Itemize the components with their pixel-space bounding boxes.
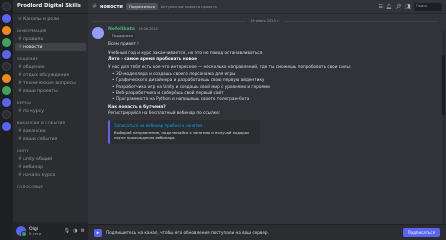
gear-icon[interactable]: ⚙ bbox=[81, 228, 85, 234]
scrollbar-thumb[interactable] bbox=[442, 55, 445, 115]
user-panel: Olgi В сети 🎙︎ ◑ ⚙ bbox=[13, 222, 88, 240]
sidebar-item-channel[interactable]: # правила bbox=[15, 35, 86, 43]
subscribe-button[interactable]: Подписаться bbox=[402, 228, 440, 237]
message: Nefelibata 19.06.2023 Поддержка Всем при… bbox=[92, 26, 438, 144]
channel-sidebar: Prodlord Digital Skills ≡ Каналы и роли … bbox=[13, 0, 88, 240]
sidebar-item-channel[interactable]: # общение bbox=[15, 63, 86, 71]
sidebar-item-channel[interactable]: # новости bbox=[15, 43, 86, 51]
server-name[interactable]: Prodlord Digital Skills bbox=[13, 0, 88, 14]
category-header[interactable]: Вакансии и события bbox=[17, 120, 86, 125]
channel-name: ваши события bbox=[23, 136, 58, 142]
channel-name: правила bbox=[23, 36, 44, 42]
channel-name: unity-общий bbox=[23, 156, 53, 162]
members-icon[interactable]: 👥︎ bbox=[405, 4, 411, 10]
sidebar-item-channel[interactable]: # отдых обсуждение bbox=[15, 71, 86, 79]
main-panel: # новости Подписаться Актуальные новости… bbox=[88, 0, 446, 240]
embed-title[interactable]: Записаться на вебинар пробного занятия bbox=[114, 123, 256, 129]
sidebar-item-channel[interactable]: # ваши проекты bbox=[15, 87, 86, 95]
server-rail bbox=[0, 0, 13, 240]
category-header[interactable]: Информация bbox=[17, 28, 86, 33]
channel-hash-icon: # bbox=[92, 3, 98, 10]
author-avatar[interactable] bbox=[92, 27, 104, 39]
sidebar-item-channel[interactable]: # вебинар bbox=[15, 163, 86, 171]
channel-name: общение bbox=[23, 64, 45, 70]
home-icon[interactable] bbox=[2, 2, 11, 11]
embed-description: Выбирай направление, подключайся к занят… bbox=[114, 130, 250, 141]
sidebar-item-channel[interactable]: # вакансии bbox=[15, 127, 86, 135]
channel-categories: Информация # правила # новости Общение # общени… bbox=[15, 28, 86, 179]
link-embed[interactable]: Записаться на вебинар пробного занятия В… bbox=[108, 119, 260, 144]
server-icon[interactable] bbox=[2, 14, 11, 23]
channel-name: начало курса bbox=[23, 172, 56, 178]
bell-icon[interactable]: 🔔︎ bbox=[386, 4, 392, 10]
channel-name: вебинар bbox=[23, 164, 44, 170]
server-icon[interactable] bbox=[2, 50, 11, 59]
message-how-text: Регистрируйся на бесплатный вебинар по с… bbox=[108, 110, 221, 116]
category-header[interactable]: Unity bbox=[17, 148, 86, 153]
role-badge[interactable]: Поддержка bbox=[110, 33, 135, 40]
category-header[interactable]: Общение bbox=[17, 56, 86, 61]
megaphone-icon: ▸ bbox=[94, 228, 102, 237]
user-status: В сети bbox=[29, 231, 42, 236]
course-list: 3D-моделлера и создашь своего персонажа … bbox=[112, 71, 438, 102]
channel-name: технические вопросы bbox=[23, 80, 76, 86]
app-window: Prodlord Digital Skills ≡ Каналы и роли … bbox=[0, 0, 446, 240]
follow-button[interactable]: Подписаться bbox=[125, 3, 158, 10]
sidebar-item-channel[interactable]: # технические вопросы bbox=[15, 79, 86, 87]
channel-name: ваши проекты bbox=[23, 88, 58, 94]
message-motto: Лето - самое время пробовать новое bbox=[108, 55, 197, 61]
server-icon[interactable] bbox=[2, 98, 11, 107]
channel-name: отдых обсуждение bbox=[23, 72, 70, 78]
server-icon[interactable] bbox=[2, 26, 11, 35]
category-header[interactable]: Курсы bbox=[17, 100, 86, 105]
scrollbar[interactable] bbox=[442, 30, 445, 224]
headphones-icon[interactable]: ◑ bbox=[73, 228, 77, 234]
search-input[interactable]: Поиск bbox=[414, 2, 442, 11]
server-icon[interactable] bbox=[2, 110, 11, 119]
message-author[interactable]: Nefelibata bbox=[108, 27, 135, 32]
channel-topic: Актуальные новости проекта bbox=[160, 4, 217, 9]
avatar[interactable] bbox=[16, 226, 27, 237]
channels-and-roles[interactable]: ≡ Каналы и роли bbox=[15, 16, 86, 23]
message-list: 19 июня 2023 г. Nefelibata 19.06.2023 По… bbox=[88, 14, 446, 224]
channel-list: ≡ Каналы и роли Информация # правила # новос… bbox=[13, 14, 88, 222]
server-icon[interactable] bbox=[2, 74, 11, 83]
message-timestamp: 19.06.2023 bbox=[138, 27, 158, 31]
channel-name: по курсу bbox=[23, 108, 44, 114]
channel-name: новости bbox=[23, 44, 43, 50]
channel-name: вакансии bbox=[23, 128, 46, 134]
server-icon[interactable] bbox=[2, 38, 11, 47]
list-item: Программиста на Python и напишешь своего… bbox=[112, 96, 438, 102]
message-greeting: Всем привет ! bbox=[108, 41, 139, 47]
sidebar-item-channel[interactable]: # по курсу bbox=[15, 107, 86, 115]
microphone-icon[interactable]: 🎙︎ bbox=[64, 228, 70, 234]
server-icon[interactable] bbox=[2, 86, 11, 95]
pin-icon[interactable]: 📌︎ bbox=[395, 4, 401, 10]
server-icon[interactable] bbox=[2, 122, 11, 131]
category-voice[interactable]: Голосовые bbox=[17, 184, 86, 189]
message-lead: У нас для тебя есть кое-что интересное —… bbox=[108, 64, 352, 70]
date-separator: 19 июня 2023 г. bbox=[92, 19, 438, 23]
sidebar-item-channel[interactable]: # начало курса bbox=[15, 171, 86, 179]
threads-icon[interactable]: ☰ bbox=[378, 4, 382, 10]
channel-header: # новости Подписаться Актуальные новости… bbox=[88, 0, 446, 14]
notice-text: Подпишитесь на канал, чтобы его обновлен… bbox=[106, 230, 269, 235]
sidebar-item-channel[interactable]: # unity-общий bbox=[15, 155, 86, 163]
channels-and-roles-label: Каналы и роли bbox=[23, 17, 60, 22]
server-icon[interactable] bbox=[2, 62, 11, 71]
date-label: 19 июня 2023 г. bbox=[249, 19, 281, 23]
sidebar-item-channel[interactable]: # ваши события bbox=[15, 135, 86, 143]
follow-notice-bar: ▸ Подпишитесь на канал, чтобы его обновл… bbox=[88, 224, 446, 240]
channel-title: новости bbox=[100, 3, 123, 10]
